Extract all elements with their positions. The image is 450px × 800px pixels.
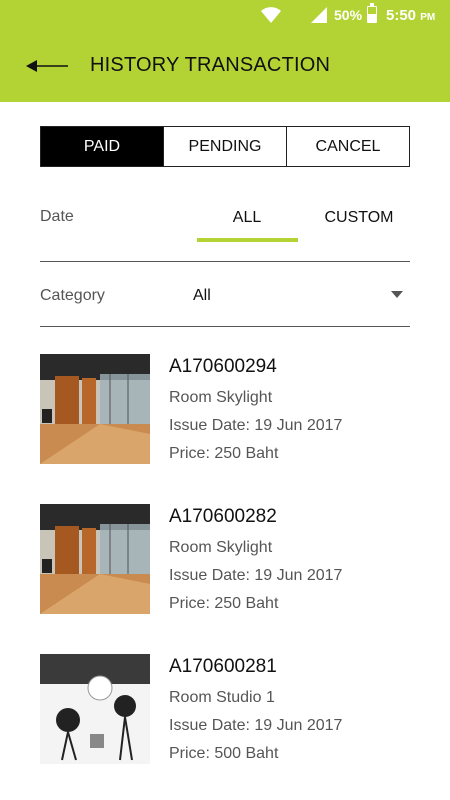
- category-value: All: [193, 287, 211, 304]
- studio-room-photo: [40, 654, 150, 764]
- transaction-item[interactable]: A170600281 Room Studio 1 Issue Date: 19 …: [40, 654, 410, 766]
- dropdown-arrow-icon: [391, 291, 403, 298]
- status-tabs: PAID PENDING CANCEL: [40, 126, 410, 167]
- date-option-all[interactable]: ALL: [197, 209, 297, 227]
- tab-cancel[interactable]: CANCEL: [287, 127, 409, 166]
- date-option-custom[interactable]: CUSTOM: [308, 209, 410, 227]
- date-label: Date: [40, 208, 74, 225]
- app-header: 50% 5:50 PM HISTORY TRANSACTION: [0, 0, 450, 102]
- transaction-item[interactable]: A170600294 Room Skylight Issue Date: 19 …: [40, 354, 410, 466]
- price: Price: 500 Baht: [169, 745, 279, 762]
- transaction-code: A170600282: [169, 506, 277, 527]
- wifi-icon: [261, 7, 281, 23]
- category-label: Category: [40, 287, 105, 304]
- issue-date: Issue Date: 19 Jun 2017: [169, 717, 343, 734]
- date-filter: Date ALL CUSTOM: [40, 196, 410, 262]
- skylight-room-photo: [40, 354, 150, 464]
- price: Price: 250 Baht: [169, 445, 279, 462]
- room-name: Room Studio 1: [169, 689, 275, 706]
- transaction-item[interactable]: A170600282 Room Skylight Issue Date: 19 …: [40, 504, 410, 616]
- battery-icon: [367, 3, 377, 23]
- transaction-code: A170600281: [169, 656, 277, 677]
- page-title: HISTORY TRANSACTION: [90, 54, 331, 76]
- issue-date: Issue Date: 19 Jun 2017: [169, 417, 343, 434]
- back-arrow-icon[interactable]: [22, 50, 70, 82]
- room-name: Room Skylight: [169, 389, 273, 406]
- date-selected-indicator: [197, 238, 298, 242]
- category-dropdown[interactable]: Category All: [40, 262, 410, 327]
- price: Price: 250 Baht: [169, 595, 279, 612]
- battery-percent: 50%: [334, 7, 363, 23]
- tab-paid[interactable]: PAID: [41, 127, 164, 166]
- transaction-code: A170600294: [169, 356, 277, 377]
- skylight-room-photo: [40, 504, 150, 614]
- clock: 5:50 PM: [386, 7, 436, 24]
- status-bar: 50% 5:50 PM: [0, 0, 450, 32]
- tab-pending[interactable]: PENDING: [164, 127, 287, 166]
- room-name: Room Skylight: [169, 539, 273, 556]
- issue-date: Issue Date: 19 Jun 2017: [169, 567, 343, 584]
- signal-icon: [311, 7, 327, 23]
